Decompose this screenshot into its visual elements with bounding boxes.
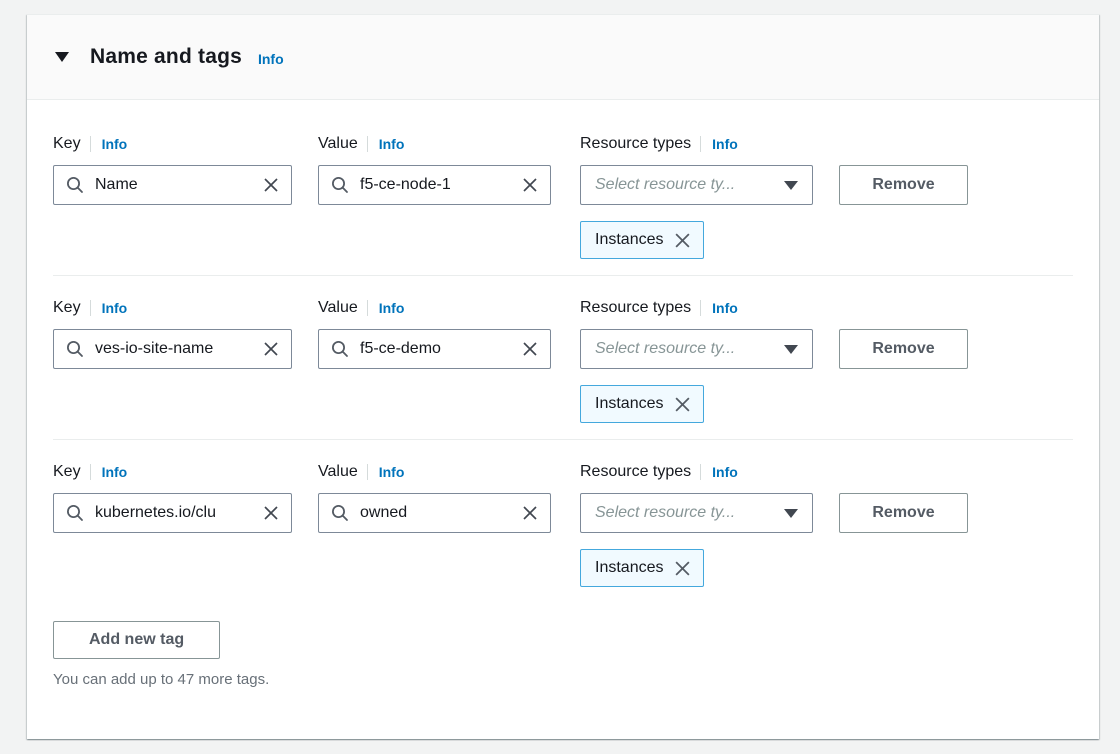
name-and-tags-section: Name and tags Info Key Info <box>27 14 1099 739</box>
label-divider <box>90 136 91 152</box>
resource-types-label: Resource types <box>580 299 691 317</box>
tags-remaining-note: You can add up to 47 more tags. <box>53 671 1073 688</box>
select-placeholder: Select resource ty... <box>595 504 735 522</box>
dropdown-caret-icon <box>784 181 798 190</box>
label-divider <box>367 136 368 152</box>
resource-types-info-link[interactable]: Info <box>712 136 738 152</box>
label-divider <box>700 300 701 316</box>
chip-label: Instances <box>595 559 663 577</box>
section-header[interactable]: Name and tags Info <box>27 15 1099 100</box>
key-input-wrapper <box>53 329 292 369</box>
remove-tag-button[interactable]: Remove <box>839 329 968 369</box>
section-body: Key Info <box>27 100 1099 728</box>
search-icon <box>331 504 349 522</box>
key-input[interactable] <box>95 176 255 194</box>
label-divider <box>367 464 368 480</box>
resource-type-chip: Instances <box>580 385 704 423</box>
value-input-wrapper <box>318 493 551 533</box>
value-label: Value <box>318 135 358 153</box>
search-icon <box>66 340 84 358</box>
key-info-link[interactable]: Info <box>102 464 128 480</box>
search-icon <box>331 176 349 194</box>
clear-key-icon[interactable] <box>263 505 279 521</box>
value-info-link[interactable]: Info <box>379 136 405 152</box>
key-label: Key <box>53 463 81 481</box>
tag-row: Key Info <box>53 440 1073 604</box>
value-input-wrapper <box>318 165 551 205</box>
key-input-wrapper <box>53 493 292 533</box>
resource-type-chip: Instances <box>580 221 704 259</box>
value-input[interactable] <box>360 340 514 358</box>
section-title: Name and tags <box>90 45 242 69</box>
value-input[interactable] <box>360 504 514 522</box>
value-info-link[interactable]: Info <box>379 464 405 480</box>
label-divider <box>90 464 91 480</box>
clear-key-icon[interactable] <box>263 341 279 357</box>
search-icon <box>66 504 84 522</box>
chip-label: Instances <box>595 231 663 249</box>
resource-types-info-link[interactable]: Info <box>712 300 738 316</box>
clear-key-icon[interactable] <box>263 177 279 193</box>
resource-types-info-link[interactable]: Info <box>712 464 738 480</box>
value-info-link[interactable]: Info <box>379 300 405 316</box>
search-icon <box>331 340 349 358</box>
resource-types-label: Resource types <box>580 135 691 153</box>
search-icon <box>66 176 84 194</box>
add-new-tag-button[interactable]: Add new tag <box>53 621 220 659</box>
chip-dismiss-icon[interactable] <box>674 396 691 413</box>
dropdown-caret-icon <box>784 345 798 354</box>
value-input-wrapper <box>318 329 551 369</box>
key-label: Key <box>53 135 81 153</box>
select-placeholder: Select resource ty... <box>595 176 735 194</box>
label-divider <box>90 300 91 316</box>
clear-value-icon[interactable] <box>522 505 538 521</box>
tag-row: Key Info <box>53 134 1073 276</box>
resource-types-select[interactable]: Select resource ty... <box>580 493 813 533</box>
clear-value-icon[interactable] <box>522 177 538 193</box>
chip-label: Instances <box>595 395 663 413</box>
chip-dismiss-icon[interactable] <box>674 232 691 249</box>
remove-tag-button[interactable]: Remove <box>839 493 968 533</box>
key-input-wrapper <box>53 165 292 205</box>
remove-tag-button[interactable]: Remove <box>839 165 968 205</box>
resource-type-chip: Instances <box>580 549 704 587</box>
dropdown-caret-icon <box>784 509 798 518</box>
key-info-link[interactable]: Info <box>102 300 128 316</box>
collapse-arrow-icon[interactable] <box>55 52 69 62</box>
label-divider <box>700 136 701 152</box>
key-input[interactable] <box>95 504 255 522</box>
key-input[interactable] <box>95 340 255 358</box>
select-placeholder: Select resource ty... <box>595 340 735 358</box>
resource-types-label: Resource types <box>580 463 691 481</box>
key-label: Key <box>53 299 81 317</box>
chip-dismiss-icon[interactable] <box>674 560 691 577</box>
resource-types-select[interactable]: Select resource ty... <box>580 165 813 205</box>
label-divider <box>700 464 701 480</box>
tag-row: Key Info <box>53 276 1073 440</box>
value-input[interactable] <box>360 176 514 194</box>
section-info-link[interactable]: Info <box>258 51 284 67</box>
clear-value-icon[interactable] <box>522 341 538 357</box>
key-info-link[interactable]: Info <box>102 136 128 152</box>
label-divider <box>367 300 368 316</box>
resource-types-select[interactable]: Select resource ty... <box>580 329 813 369</box>
value-label: Value <box>318 463 358 481</box>
value-label: Value <box>318 299 358 317</box>
